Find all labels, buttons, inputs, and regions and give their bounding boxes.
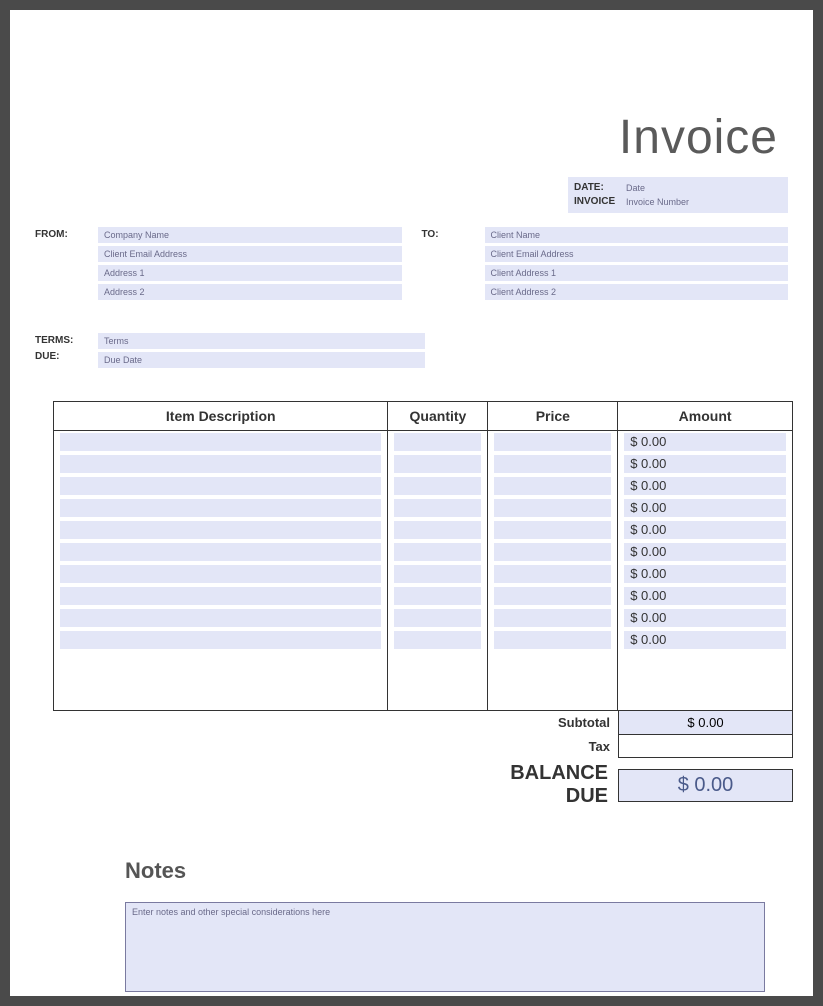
item-description-field[interactable] [60, 433, 381, 451]
item-amount-value: $ 0.00 [624, 477, 786, 495]
item-description-field[interactable] [60, 543, 381, 561]
item-description-field[interactable] [60, 499, 381, 517]
item-price-field[interactable] [494, 433, 611, 451]
col-description: Item Description [54, 402, 388, 431]
item-quantity-field[interactable] [394, 499, 481, 517]
balance-due-label: BALANCE DUE [486, 762, 618, 808]
line-items-table: Item Description Quantity Price Amount $… [53, 401, 793, 711]
table-row: $ 0.00 [54, 541, 793, 563]
item-price-field[interactable] [494, 521, 611, 539]
terms-field[interactable]: Terms [98, 333, 425, 349]
from-address1-field[interactable]: Address 1 [98, 265, 402, 281]
item-price-field[interactable] [494, 499, 611, 517]
from-address2-field[interactable]: Address 2 [98, 284, 402, 300]
to-label: TO: [422, 227, 477, 303]
table-row: $ 0.00 [54, 607, 793, 629]
table-row: $ 0.00 [54, 629, 793, 651]
item-description-field[interactable] [60, 587, 381, 605]
from-email-field[interactable]: Client Email Address [98, 246, 402, 262]
from-company-field[interactable]: Company Name [98, 227, 402, 243]
item-price-field[interactable] [494, 565, 611, 583]
item-price-field[interactable] [494, 609, 611, 627]
tax-value[interactable] [618, 735, 793, 758]
page-title: Invoice [35, 110, 778, 165]
item-quantity-field[interactable] [394, 433, 481, 451]
item-quantity-field[interactable] [394, 543, 481, 561]
col-quantity: Quantity [388, 402, 488, 431]
terms-label: TERMS: [35, 333, 90, 349]
date-field[interactable]: Date [626, 181, 645, 195]
item-price-field[interactable] [494, 455, 611, 473]
due-label: DUE: [35, 349, 90, 365]
item-quantity-field[interactable] [394, 631, 481, 649]
from-label: FROM: [35, 227, 90, 303]
item-amount-value: $ 0.00 [624, 609, 786, 627]
item-amount-value: $ 0.00 [624, 499, 786, 517]
item-description-field[interactable] [60, 477, 381, 495]
tax-label: Tax [486, 735, 618, 758]
totals-block: Subtotal $ 0.00 Tax BALANCE DUE $ 0.00 [53, 711, 793, 808]
table-row: $ 0.00 [54, 453, 793, 475]
item-description-field[interactable] [60, 565, 381, 583]
invoice-meta: DATE: Date INVOICE Invoice Number [568, 177, 788, 213]
item-amount-value: $ 0.00 [624, 521, 786, 539]
item-price-field[interactable] [494, 543, 611, 561]
item-description-field[interactable] [60, 609, 381, 627]
item-price-field[interactable] [494, 477, 611, 495]
item-description-field[interactable] [60, 631, 381, 649]
col-amount: Amount [618, 402, 793, 431]
balance-due-value: $ 0.00 [618, 769, 793, 802]
to-address2-field[interactable]: Client Address 2 [485, 284, 789, 300]
item-amount-value: $ 0.00 [624, 587, 786, 605]
table-row: $ 0.00 [54, 497, 793, 519]
item-quantity-field[interactable] [394, 587, 481, 605]
notes-heading: Notes [125, 858, 788, 884]
item-amount-value: $ 0.00 [624, 433, 786, 451]
col-price: Price [488, 402, 618, 431]
to-name-field[interactable]: Client Name [485, 227, 789, 243]
table-row: $ 0.00 [54, 585, 793, 607]
table-row: $ 0.00 [54, 431, 793, 453]
item-price-field[interactable] [494, 587, 611, 605]
item-description-field[interactable] [60, 521, 381, 539]
terms-block: TERMS: DUE: Terms Due Date [35, 333, 425, 371]
item-price-field[interactable] [494, 631, 611, 649]
table-row: $ 0.00 [54, 563, 793, 585]
to-block: TO: Client Name Client Email Address Cli… [422, 227, 789, 303]
item-quantity-field[interactable] [394, 455, 481, 473]
invoice-number-label: INVOICE [574, 195, 622, 209]
subtotal-value: $ 0.00 [618, 711, 793, 735]
invoice-number-field[interactable]: Invoice Number [626, 195, 689, 209]
item-quantity-field[interactable] [394, 521, 481, 539]
due-date-field[interactable]: Due Date [98, 352, 425, 368]
invoice-page: Invoice DATE: Date INVOICE Invoice Numbe… [10, 10, 813, 996]
table-row: $ 0.00 [54, 519, 793, 541]
item-amount-value: $ 0.00 [624, 455, 786, 473]
item-quantity-field[interactable] [394, 477, 481, 495]
item-description-field[interactable] [60, 455, 381, 473]
from-block: FROM: Company Name Client Email Address … [35, 227, 402, 303]
item-quantity-field[interactable] [394, 609, 481, 627]
notes-textarea[interactable]: Enter notes and other special considerat… [125, 902, 765, 992]
item-amount-value: $ 0.00 [624, 565, 786, 583]
item-quantity-field[interactable] [394, 565, 481, 583]
subtotal-label: Subtotal [486, 711, 618, 735]
table-row: $ 0.00 [54, 475, 793, 497]
to-email-field[interactable]: Client Email Address [485, 246, 789, 262]
to-address1-field[interactable]: Client Address 1 [485, 265, 789, 281]
item-amount-value: $ 0.00 [624, 543, 786, 561]
item-amount-value: $ 0.00 [624, 631, 786, 649]
date-label: DATE: [574, 181, 622, 195]
